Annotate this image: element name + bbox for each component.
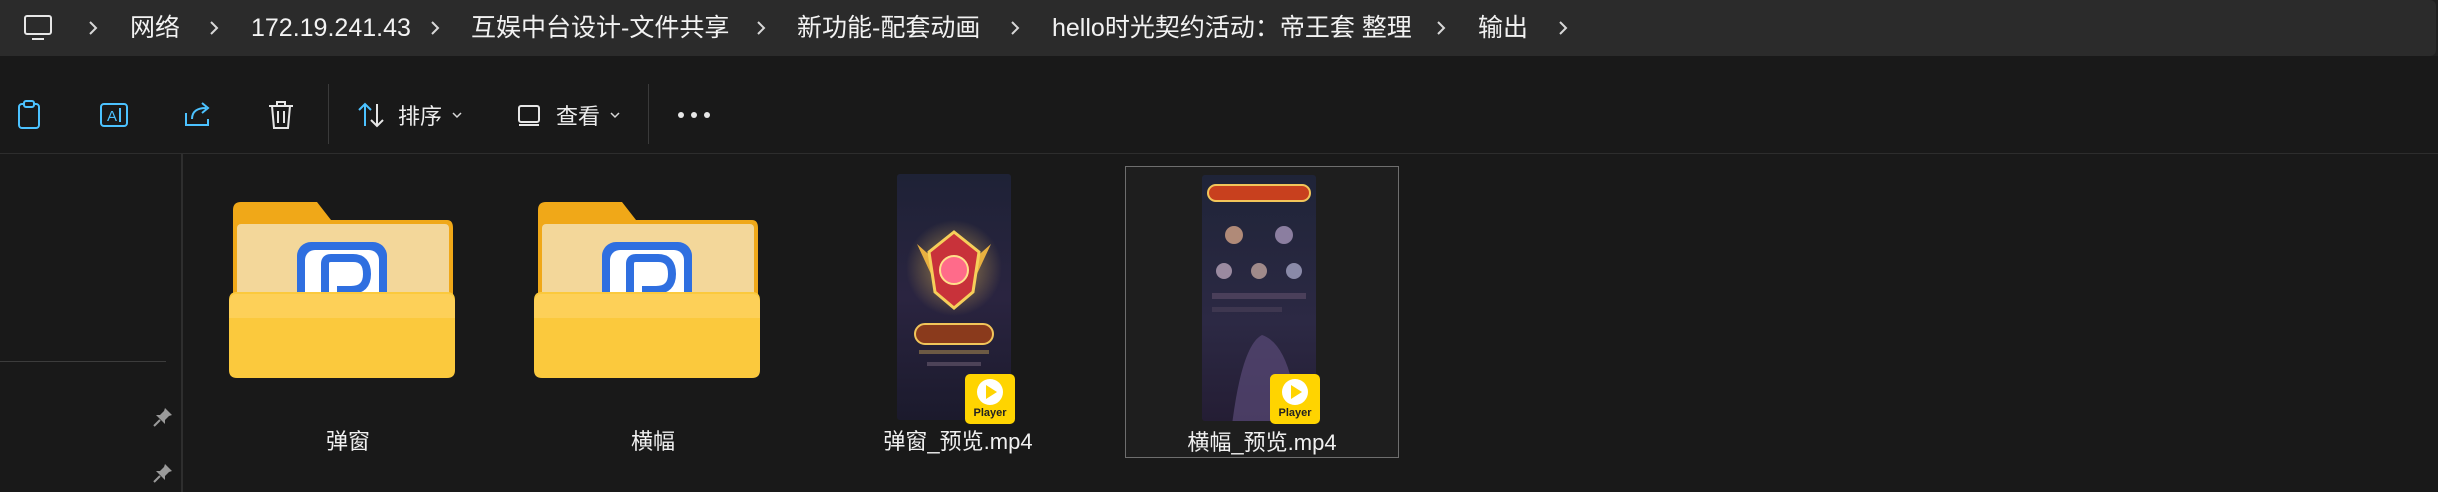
item-name[interactable]: 弹窗_预览.mp4 [821,424,1095,456]
share-icon [185,102,210,126]
item-name[interactable]: 弹窗 [211,424,485,456]
folder-icon [229,202,455,378]
sort-label: 排序 [398,104,443,129]
item-name[interactable]: 横幅_预览.mp4 [1126,425,1398,457]
chevron-right-icon[interactable] [1432,19,1450,37]
breadcrumb-host[interactable]: 172.19.241.43 [251,0,411,56]
rename-button[interactable]: A [98,90,130,140]
nav-divider-line [0,361,166,362]
breadcrumb-event[interactable]: hello时光契约活动：帝王套 整理 [1052,0,1412,56]
rename-icon: A [100,103,128,127]
sort-button[interactable]: 排序 [356,90,464,140]
chevron-right-icon[interactable] [1554,19,1572,37]
toolbar-separator [328,84,329,144]
share-button[interactable] [182,90,214,140]
svg-text:A: A [107,108,117,125]
toolbar-separator [648,84,649,144]
toolbar-bottom-border [0,153,2438,154]
breadcrumb-network[interactable]: 网络 [130,0,180,56]
pin-icon[interactable] [152,406,174,428]
sort-icon [358,102,384,128]
chevron-right-icon[interactable] [1006,19,1024,37]
chevron-down-icon [452,112,462,119]
chevron-right-icon[interactable] [426,19,444,37]
computer-icon[interactable] [22,14,54,42]
item-name[interactable]: 横幅 [516,424,790,456]
address-bar[interactable]: 网络 172.19.241.43 互娱中台设计-文件共享 新功能-配套动画 he… [0,0,2436,56]
chevron-down-icon [610,112,620,119]
delete-button[interactable] [266,90,296,140]
chevron-right-icon[interactable] [205,19,223,37]
breadcrumb-feature[interactable]: 新功能-配套动画 [797,0,980,56]
folder-item[interactable]: 横幅 [516,166,790,458]
address-row: 网络 172.19.241.43 互娱中台设计-文件共享 新功能-配套动画 he… [0,0,2438,56]
video-item[interactable]: Player 弹窗_预览.mp4 [821,166,1095,458]
chevron-right-icon[interactable] [84,19,102,37]
folder-item[interactable]: 弹窗 [211,166,485,458]
player-badge-icon: Player [1270,374,1320,424]
video-item-selected[interactable]: Player 横幅_预览.mp4 [1125,166,1399,458]
copy-button[interactable] [14,90,44,140]
player-badge-icon: Player [965,374,1015,424]
view-icon [518,105,540,126]
breadcrumb-output[interactable]: 输出 [1478,0,1528,56]
more-icon [678,112,710,118]
chevron-right-icon[interactable] [752,19,770,37]
navigation-pane[interactable] [0,154,182,492]
trash-icon [269,101,293,129]
pane-splitter[interactable] [181,154,183,492]
breadcrumb-share[interactable]: 互娱中台设计-文件共享 [471,0,729,56]
clipboard-icon [18,100,40,129]
view-label: 查看 [556,104,601,129]
view-button[interactable]: 查看 [516,90,622,140]
folder-icon [534,202,760,378]
pin-icon[interactable] [152,462,174,484]
more-options-button[interactable] [676,90,712,140]
